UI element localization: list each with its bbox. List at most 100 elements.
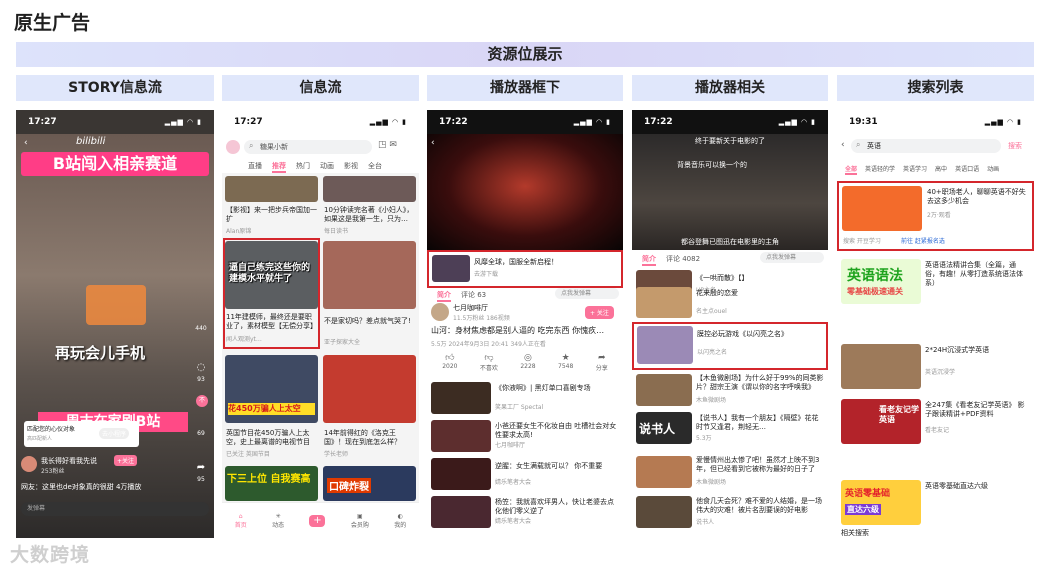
video-player[interactable] (427, 134, 623, 250)
like-button[interactable]: 👍︎ 2020 (442, 353, 457, 372)
danmaku-input[interactable]: 点我发弹幕 (555, 288, 619, 299)
story-video[interactable] (16, 134, 214, 538)
phone-below-player: 17:22 ▂▄▆ ◠ ▮ ‹ 风靡全球，国服全新启程！ 去游下载 简介 评论 6… (427, 110, 623, 538)
video-thumb[interactable] (431, 382, 491, 414)
avatar[interactable] (21, 456, 37, 472)
video-thumb[interactable]: 英语语法 零基础极速通关 (841, 259, 921, 304)
game-icon[interactable]: ◳ ✉ (378, 140, 397, 150)
share-button[interactable]: ➦ 分享 (596, 353, 608, 372)
related-title[interactable]: 《一哄而散》【】 (696, 274, 824, 283)
video-thumb[interactable] (636, 496, 692, 528)
back-icon[interactable]: ‹ (431, 138, 435, 148)
follow-button[interactable]: + 关注 (585, 306, 614, 319)
card-title[interactable]: 不是家切吗？差点就气哭了! (324, 317, 416, 335)
chip-sub: 高匹配新人 (27, 436, 53, 442)
tab-3[interactable]: 高中 (935, 164, 947, 175)
dislike-button[interactable]: 👎︎ 不喜欢 (480, 353, 498, 372)
video-thumb[interactable] (431, 458, 491, 490)
related-title[interactable]: 逆腥：女生满载就可以？ 你不重要 (495, 462, 619, 472)
video-thumb[interactable]: 说书人 (636, 412, 692, 444)
video-thumb[interactable] (431, 420, 491, 452)
tab-live[interactable]: 直播 (248, 161, 262, 173)
related-title[interactable]: 杨笠：我就喜欢坪男人，快让老婆去点化他们零义逆了 (495, 498, 619, 516)
video-thumb[interactable] (323, 241, 416, 309)
video-thumb[interactable] (636, 374, 692, 406)
author-name[interactable]: 我长得好看我先说 (41, 456, 97, 466)
share-icon: ➦ (597, 353, 606, 363)
result-title[interactable]: 英语语法精讲合集（全篇，通俗，有趣！从零打造系统语法体系） (925, 261, 1029, 288)
related-title[interactable]: 小爸还要女生不化妆自由 吐槽社会对女性要求太高! (495, 422, 619, 440)
tab-comments[interactable]: 评论 4082 (666, 254, 700, 266)
status-time: 17:22 (644, 117, 673, 127)
related-title[interactable]: 【木鱼微剧场】为什么好于99%的同类影片？甜宗王演《谓以你的名字呼唤我》 (696, 374, 824, 392)
nav-dynamic[interactable]: ✳ 动态 (272, 513, 284, 529)
video-thumb[interactable] (636, 287, 692, 318)
phone-player-related: 17:22 ▂▄▆ ◠ ▮ 终于要新关于电影的了 背景音乐可以换一个的 都谷登舞已… (632, 110, 828, 538)
tab-intro[interactable]: 简介 (642, 254, 656, 266)
search-input[interactable]: 英语 (851, 139, 1001, 153)
tab-comments[interactable]: 评论 63 (461, 290, 486, 302)
video-thumb[interactable]: 下三上位 自我赛高 (225, 466, 318, 501)
video-thumb[interactable]: 看老友记学英语 (841, 399, 921, 444)
related-title[interactable]: 花来殷的恋爱 (696, 289, 824, 298)
tab-movies[interactable]: 影视 (344, 161, 358, 173)
avatar[interactable] (431, 303, 449, 321)
mini-program-chip[interactable]: 匹配您的心仪对象 高匹配新人 去小程序 (24, 421, 139, 447)
tab-intro[interactable]: 简介 (437, 290, 451, 302)
related-title[interactable]: 【说书人】我有一个朋友】《隔壁》花花时节又逢君，荆轻无… (696, 414, 824, 432)
related-title[interactable]: 他食几天会死？难不爱的人结婚，是一场伟大的灾难！被片名刮要误的好电影 (696, 497, 824, 515)
danmaku-input[interactable]: 点我发弹幕 (760, 252, 824, 263)
search-input[interactable]: 糖果小新 (244, 140, 372, 154)
tab-anime[interactable]: 动画 (320, 161, 334, 173)
like-count[interactable]: 440 (192, 325, 210, 332)
card-title[interactable]: 【影视】来一把步兵帝国加一扩 (226, 206, 318, 224)
card-title[interactable]: 英国节目花450万骗人上太空，史上最离谱的电视节目 (226, 429, 318, 447)
result-title[interactable]: 2*24H沉浸式学英语 (925, 346, 1029, 356)
ad-highlight-frame (427, 250, 623, 288)
tab-all[interactable]: 全部 (845, 164, 858, 175)
tab-1[interactable]: 英语轻的学 (865, 164, 895, 175)
coin-button[interactable]: ◎ 2228 (520, 353, 535, 372)
video-thumb[interactable] (841, 344, 921, 389)
publish-button[interactable]: + (309, 514, 326, 527)
tab-4[interactable]: 英语口语 (955, 164, 979, 175)
comment-icon[interactable]: ◌ (192, 362, 210, 373)
video-thumb[interactable] (636, 456, 692, 488)
back-icon[interactable]: ‹ (841, 140, 845, 150)
video-thumb[interactable]: 花450万骗人上太空 (225, 355, 318, 423)
card-title[interactable]: 10分钟读完名著《小妇人》，如果这是我第一生，只为… (324, 206, 416, 224)
video-thumb[interactable] (323, 355, 416, 423)
video-thumb[interactable]: 口碑炸裂 (323, 466, 416, 501)
video-thumb[interactable] (431, 496, 491, 528)
tab-5[interactable]: 动画 (987, 164, 999, 175)
nav-vip-shop[interactable]: ▣ 会员购 (351, 513, 369, 529)
video-player[interactable] (632, 134, 828, 250)
tab-2[interactable]: 英语学习 (903, 164, 927, 175)
channel-name[interactable]: 七月咖啡厅 (453, 304, 553, 313)
related-title[interactable]: 爱慢情州出太惨了吧！虽然才上映不到3年，但已经看到它被称为最好的日子了 (696, 456, 820, 474)
nav-home[interactable]: ⌂ 首页 (235, 513, 247, 529)
share-icon[interactable]: ➦ (192, 462, 210, 473)
video-thumb[interactable] (225, 176, 318, 202)
dislike-icon[interactable]: 不 (196, 395, 208, 407)
status-icons: ▂▄▆ ◠ ▮ (369, 118, 407, 126)
avatar[interactable] (226, 140, 240, 154)
result-title[interactable]: 全247集《看老友记学英语》 影子跟读精讲+PDF资料 (925, 401, 1029, 419)
tab-hot[interactable]: 热门 (296, 161, 310, 173)
tab-all[interactable]: 全台 (368, 161, 382, 173)
related-meta: 名主点ouel (696, 308, 727, 315)
nav-mine[interactable]: ◐ 我的 (394, 513, 406, 529)
tab-recommend[interactable]: 推荐 (272, 161, 286, 173)
related-title[interactable]: 《你液啊》| 黑灯单口喜剧专场 (495, 384, 619, 402)
search-button[interactable]: 搜索 (1008, 141, 1022, 151)
favorite-button[interactable]: ★ 7548 (558, 353, 573, 372)
mini-program-button[interactable]: 去小程序 (99, 428, 130, 439)
video-thumb[interactable] (323, 176, 416, 202)
related-meta: 笑果工厂 Spectal (495, 404, 544, 411)
result-title[interactable]: 英语零基础直达六级 (925, 482, 1029, 491)
card-title[interactable]: 14年前得红的《洛克王国》！现在到底怎么样？ (324, 429, 416, 447)
follow-button[interactable]: +关注 (114, 455, 138, 466)
back-icon[interactable]: ‹ (24, 138, 28, 148)
comment-input[interactable]: 发弹幕 (21, 502, 209, 516)
video-thumb[interactable]: 英语零基础 直达六级 (841, 480, 921, 525)
